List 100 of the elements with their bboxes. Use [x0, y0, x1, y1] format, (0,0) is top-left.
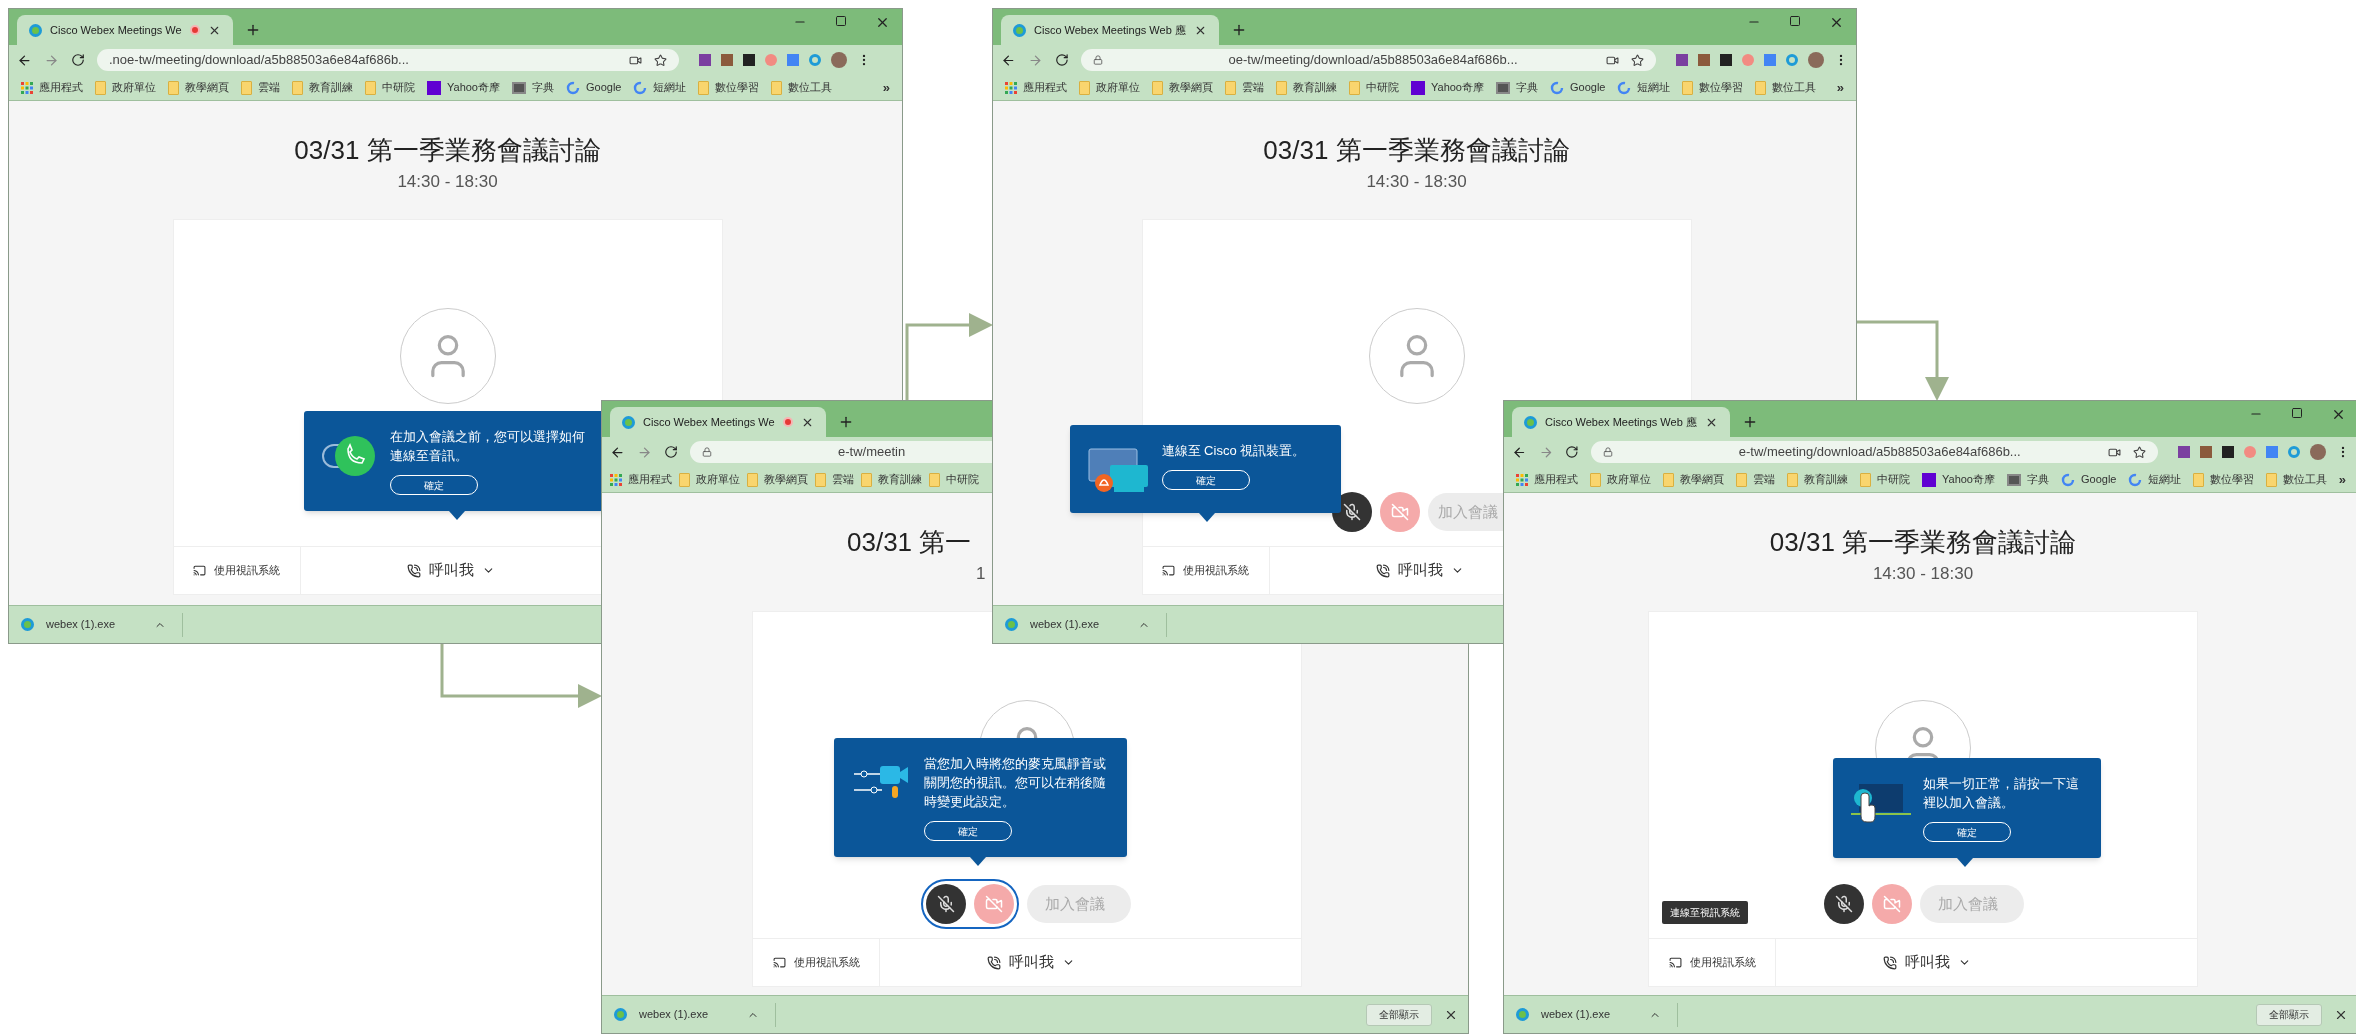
folder-icon	[1736, 472, 1747, 487]
bookmark-item[interactable]: 中研院	[1860, 471, 1910, 488]
bookmark-item[interactable]: 字典	[2007, 471, 2049, 488]
bookmark-item[interactable]: 短網址	[633, 79, 687, 96]
folder-icon	[2193, 472, 2205, 487]
download-file-name[interactable]: webex (1).exe	[1030, 616, 1130, 633]
back-icon[interactable]	[17, 52, 32, 68]
download-file-name[interactable]: webex (1).exe	[1541, 1006, 1641, 1023]
bookmark-item[interactable]: 雲端	[1225, 79, 1264, 96]
show-all-button[interactable]: 全部顯示	[1366, 1003, 1432, 1026]
back-icon[interactable]	[610, 444, 625, 460]
phone-icon	[321, 433, 378, 479]
bookmark-item[interactable]: 教育訓練	[861, 471, 922, 488]
bookmark-item[interactable]: 教學網頁	[747, 471, 808, 488]
download-file-name[interactable]: webex (1).exe	[639, 1006, 739, 1023]
bookmark-item[interactable]: 應用程式	[1516, 471, 1578, 488]
bookmark-item[interactable]: 數位學習	[1682, 79, 1744, 96]
bookmark-item[interactable]: 中研院	[1349, 79, 1399, 96]
bookmark-item[interactable]: Google	[566, 79, 622, 96]
bookmark-item[interactable]: Yahoo奇摩	[1411, 79, 1484, 96]
maximize-icon[interactable]	[1789, 15, 1801, 27]
video-system-button[interactable]: 使用視訊系統	[753, 939, 880, 986]
bookmark-item[interactable]: 雲端	[815, 471, 854, 488]
browser-tab[interactable]: Cisco Webex Meetings We	[17, 15, 233, 45]
browser-tab[interactable]: Cisco Webex Meetings We	[610, 407, 826, 437]
browser-tab[interactable]: Cisco Webex Meetings Web 應	[1512, 407, 1730, 437]
bookmark-item[interactable]: 中研院	[929, 471, 979, 488]
bookmark-item[interactable]: 教育訓練	[292, 79, 353, 96]
bookmark-item[interactable]: 應用程式	[1005, 79, 1067, 96]
bookmark-item[interactable]: 數位工具	[771, 79, 833, 96]
bookmark-item[interactable]: 教學網頁	[1663, 471, 1724, 488]
star-icon[interactable]	[1631, 53, 1644, 67]
meeting-title: 03/31 第一	[847, 526, 972, 557]
bookmark-item[interactable]: 數位工具	[2266, 471, 2328, 488]
bookmark-item[interactable]: Yahoo奇摩	[427, 79, 500, 96]
avatar-icon[interactable]	[1808, 52, 1824, 68]
bookmark-item[interactable]: Google	[2061, 471, 2117, 488]
video-system-button[interactable]: 使用視訊系統	[173, 547, 301, 594]
address-bar[interactable]: oe-tw/meeting/download/a5b88503a6e84af686b...	[1080, 49, 1656, 71]
reload-icon[interactable]	[664, 445, 678, 459]
bookmark-item[interactable]: 數位學習	[698, 79, 760, 96]
avatar-icon[interactable]	[831, 52, 847, 68]
bookmark-item[interactable]: 數位工具	[1755, 79, 1817, 96]
mute-button[interactable]	[925, 884, 966, 924]
bookmark-item[interactable]: 教育訓練	[1787, 471, 1848, 488]
bookmark-item[interactable]: 應用程式	[21, 79, 83, 96]
bookmark-item[interactable]: 短網址	[2128, 471, 2182, 488]
more-bookmarks-button[interactable]: »	[882, 77, 890, 98]
download-file-name[interactable]: webex (1).exe	[46, 616, 146, 633]
video-system-button[interactable]: 使用視訊系統	[1649, 939, 1776, 986]
show-all-button[interactable]: 全部顯示	[2256, 1003, 2322, 1026]
bookmark-item[interactable]: 教育訓練	[1276, 79, 1337, 96]
bookmark-item[interactable]: 教學網頁	[1152, 79, 1213, 96]
bookmark-item[interactable]: 教學網頁	[168, 79, 229, 96]
bookmark-item[interactable]: 字典	[1496, 79, 1538, 96]
avatar-icon[interactable]	[2310, 444, 2326, 460]
star-icon[interactable]	[654, 53, 667, 67]
bookmark-item[interactable]: 字典	[512, 79, 554, 96]
maximize-icon[interactable]	[835, 15, 847, 27]
bookmark-item[interactable]: 短網址	[1617, 79, 1671, 96]
reload-icon[interactable]	[1054, 53, 1069, 67]
call-me-button[interactable]: 呼叫我	[986, 951, 1075, 974]
close-icon[interactable]	[875, 15, 890, 30]
more-bookmarks-button[interactable]: »	[2338, 469, 2346, 490]
folder-icon	[1276, 80, 1287, 95]
call-me-button[interactable]: 呼叫我	[1376, 559, 1464, 582]
tab-title: Cisco Webex Meetings Web 應	[1034, 22, 1186, 38]
forward-icon[interactable]	[44, 52, 59, 68]
bookmark-item[interactable]: 雲端	[1736, 471, 1775, 488]
maximize-icon[interactable]	[2291, 407, 2303, 419]
address-bar[interactable]: .noe-tw/meeting/download/a5b88503a6e84af686b...	[97, 49, 679, 71]
close-icon[interactable]	[1829, 15, 1844, 30]
bookmark-item[interactable]: 政府單位	[679, 471, 740, 488]
reload-icon[interactable]	[1565, 445, 1579, 459]
address-bar[interactable]: e-tw/meeting/download/a5b88503a6e84af686b...	[1590, 441, 2158, 463]
bookmark-item[interactable]: 政府單位	[95, 79, 156, 96]
video-system-button[interactable]: 使用視訊系統	[1142, 547, 1270, 594]
bookmark-item[interactable]: Yahoo奇摩	[1922, 471, 1995, 488]
star-icon[interactable]	[2133, 445, 2146, 459]
close-icon[interactable]	[2331, 407, 2346, 422]
google-icon	[566, 80, 580, 95]
video-off-button[interactable]	[973, 884, 1014, 924]
folder-icon	[1079, 80, 1090, 95]
lock-icon	[1602, 447, 1613, 457]
meeting-title: 03/31 第一季業務會議討論	[294, 134, 601, 165]
bookmark-item[interactable]: 政府單位	[1590, 471, 1651, 488]
bookmark-item[interactable]: Google	[1550, 79, 1606, 96]
bookmark-item[interactable]: 雲端	[241, 79, 280, 96]
mute-button[interactable]	[1824, 884, 1864, 924]
google-icon	[1617, 80, 1632, 95]
reload-icon[interactable]	[71, 53, 85, 67]
more-bookmarks-button[interactable]: »	[1836, 77, 1844, 98]
browser-tab[interactable]: Cisco Webex Meetings Web 應	[1001, 15, 1219, 45]
bookmark-item[interactable]: 數位學習	[2193, 471, 2255, 488]
bookmark-item[interactable]: 政府單位	[1079, 79, 1140, 96]
call-me-button[interactable]: 呼叫我	[407, 559, 495, 582]
forward-icon[interactable]	[637, 444, 652, 460]
bookmark-item[interactable]: 應用程式	[610, 471, 672, 488]
bookmark-item[interactable]: 中研院	[365, 79, 415, 96]
call-me-button[interactable]: 呼叫我	[1882, 951, 1971, 974]
